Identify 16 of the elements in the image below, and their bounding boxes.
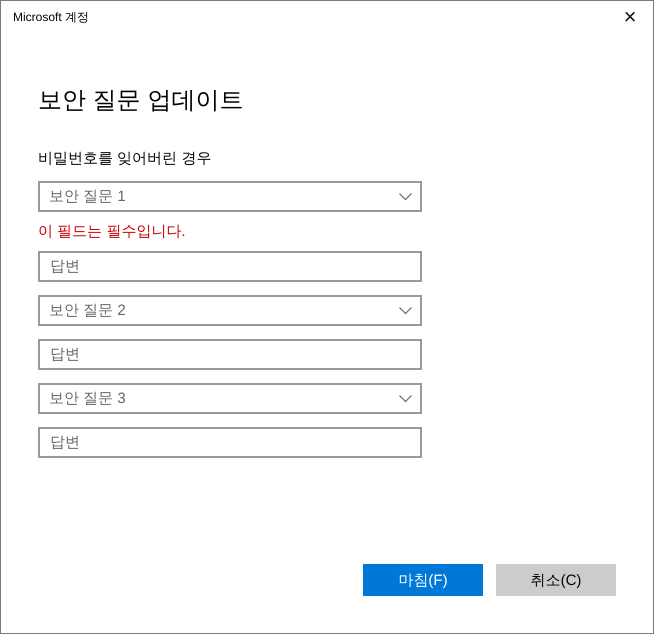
finish-button[interactable]: 마침(F) xyxy=(363,564,483,596)
answer-field[interactable]: 답변 xyxy=(38,251,422,282)
section-label: 비밀번호를 잊어버린 경우 xyxy=(38,149,212,169)
page-heading: 보안 질문 업데이트 xyxy=(38,86,244,116)
chevron-down-icon xyxy=(399,306,412,314)
question-dropdown[interactable]: 보안 질문 3 xyxy=(38,383,422,414)
answer-field[interactable]: 답변 xyxy=(38,339,422,370)
close-button[interactable]: × xyxy=(607,1,653,33)
error-message: 이 필드는 필수입니다. xyxy=(38,222,187,241)
question-dropdown[interactable]: 보안 질문 1 xyxy=(38,181,422,212)
question-dropdown[interactable]: 보안 질문 2 xyxy=(38,295,422,326)
window-title: Microsoft 계정 xyxy=(13,8,90,26)
chevron-down-icon xyxy=(399,192,412,200)
chevron-down-icon xyxy=(399,394,412,402)
answer-field[interactable]: 답변 xyxy=(38,427,422,458)
cancel-button[interactable]: 취소(C) xyxy=(496,564,616,596)
